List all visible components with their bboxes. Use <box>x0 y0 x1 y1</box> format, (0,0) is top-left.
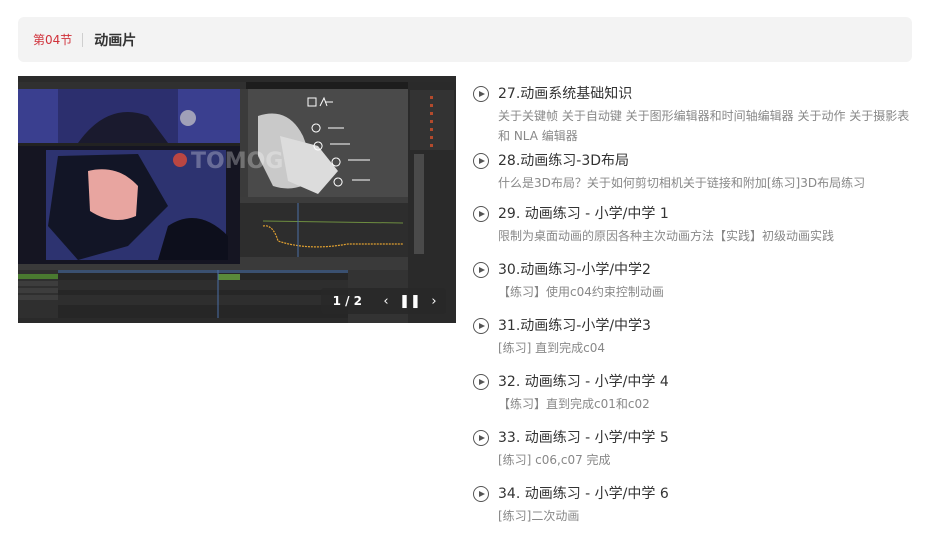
lesson-description: 关于关键帧 关于自动键 关于图形编辑器和时间轴编辑器 关于动作 关于摄影表和 N… <box>498 109 910 143</box>
lesson-title[interactable]: 30.动画练习-小学/中学2 <box>498 260 918 280</box>
lesson-item[interactable]: 34. 动画练习 - 小学/中学 6 [练习]二次动画 <box>473 484 918 532</box>
lesson-title[interactable]: 32. 动画练习 - 小学/中学 4 <box>498 372 918 392</box>
watermark-logo: TOMOG <box>191 149 283 174</box>
lesson-item[interactable]: 32. 动画练习 - 小学/中学 4 【练习】直到完成c01和c02 <box>473 372 918 428</box>
play-icon[interactable] <box>473 86 489 102</box>
play-icon[interactable] <box>473 430 489 446</box>
lesson-description: 【练习】直到完成c01和c02 <box>498 397 650 411</box>
section-number: 第04节 <box>33 33 73 47</box>
play-icon[interactable] <box>473 262 489 278</box>
header-divider <box>82 32 84 47</box>
play-icon[interactable] <box>473 374 489 390</box>
lesson-description: 什么是3D布局？关于如何剪切相机关于链接和附加[练习]3D布局练习 <box>498 176 866 190</box>
section-title: 动画片 <box>94 32 137 49</box>
pause-icon[interactable]: ❚❚ <box>398 288 422 314</box>
lesson-title[interactable]: 34. 动画练习 - 小学/中学 6 <box>498 484 918 504</box>
video-preview[interactable]: TOMOG 1 / 2 ‹ ❚❚ › <box>18 76 456 323</box>
blender-screenshot: TOMOG <box>18 76 456 323</box>
slide-counter: 1 / 2 <box>320 288 374 314</box>
lesson-item[interactable]: 30.动画练习-小学/中学2 【练习】使用c04约束控制动画 <box>473 260 918 316</box>
play-icon[interactable] <box>473 318 489 334</box>
lesson-description: 限制为桌面动画的原因各种主次动画方法【实践】初级动画实践 <box>498 229 835 243</box>
lesson-title[interactable]: 28.动画练习-3D布局 <box>498 151 918 171</box>
play-icon[interactable] <box>473 486 489 502</box>
lesson-description: [练习] c06,c07 完成 <box>498 453 611 467</box>
lesson-item[interactable]: 27.动画系统基础知识 关于关键帧 关于自动键 关于图形编辑器和时间轴编辑器 关… <box>473 84 918 151</box>
prev-slide-icon[interactable]: ‹ <box>374 288 398 314</box>
slide-controls: 1 / 2 ‹ ❚❚ › <box>320 288 446 314</box>
lesson-title[interactable]: 31.动画练习-小学/中学3 <box>498 316 918 336</box>
lesson-description: [练习] 直到完成c04 <box>498 341 606 355</box>
next-slide-icon[interactable]: › <box>422 288 446 314</box>
lesson-item[interactable]: 29. 动画练习 - 小学/中学 1 限制为桌面动画的原因各种主次动画方法【实践… <box>473 204 918 260</box>
play-icon[interactable] <box>473 206 489 222</box>
section-header: 第04节 动画片 <box>18 17 912 62</box>
lesson-description: [练习]二次动画 <box>498 509 580 523</box>
lesson-title[interactable]: 29. 动画练习 - 小学/中学 1 <box>498 204 918 224</box>
lesson-description: 【练习】使用c04约束控制动画 <box>498 285 664 299</box>
lesson-list: 27.动画系统基础知识 关于关键帧 关于自动键 关于图形编辑器和时间轴编辑器 关… <box>473 84 918 532</box>
lesson-item[interactable]: 28.动画练习-3D布局 什么是3D布局？关于如何剪切相机关于链接和附加[练习]… <box>473 151 918 204</box>
lesson-title[interactable]: 27.动画系统基础知识 <box>498 84 918 104</box>
lesson-item[interactable]: 31.动画练习-小学/中学3 [练习] 直到完成c04 <box>473 316 918 372</box>
lesson-item[interactable]: 33. 动画练习 - 小学/中学 5 [练习] c06,c07 完成 <box>473 428 918 484</box>
play-icon[interactable] <box>473 153 489 169</box>
lesson-title[interactable]: 33. 动画练习 - 小学/中学 5 <box>498 428 918 448</box>
